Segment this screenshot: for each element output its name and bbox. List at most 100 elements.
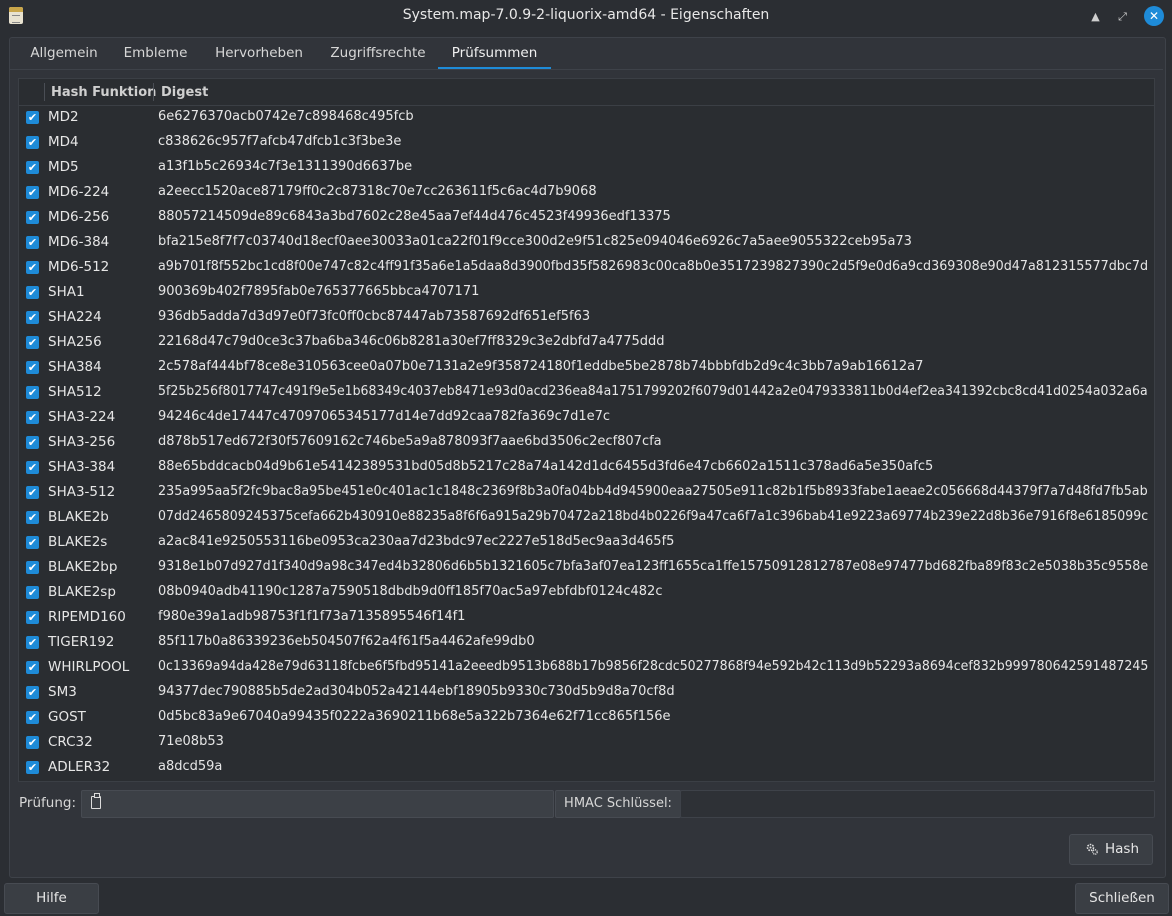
table-row[interactable]: ✔ SHA3-256 d878b517ed672f30f57609162c746be… xyxy=(19,430,1154,455)
row-checkbox[interactable]: ✔ xyxy=(26,336,39,349)
row-checkbox[interactable]: ✔ xyxy=(26,386,39,399)
digest-value: 9318e1b07d927d1f340d9a98c347ed4b32806d6b… xyxy=(158,559,1149,574)
column-header-digest[interactable]: Digest xyxy=(161,85,208,100)
digest-value: 0d5bc83a9e67040a99435f0222a3690211b68e5a… xyxy=(158,709,671,724)
table-row[interactable]: ✔ BLAKE2bp 9318e1b07d927d1f340d9a98c347ed4… xyxy=(19,555,1154,580)
table-row[interactable]: ✔ SHA512 5f25b256f8017747c491f9e5e1b68349c… xyxy=(19,380,1154,405)
row-checkbox[interactable]: ✔ xyxy=(26,561,39,574)
digest-value: a9b701f8f552bc1cd8f00e747c82c4ff91f35a6e… xyxy=(158,259,1149,274)
digest-value: 08b0940adb41190c1287a7590518dbdb9d0ff185… xyxy=(158,584,663,599)
row-checkbox[interactable]: ✔ xyxy=(26,411,39,424)
table-row[interactable]: ✔ MD6-384 bfa215e8f7f7c03740d18ecf0aee3003… xyxy=(19,230,1154,255)
hash-button[interactable]: Hash xyxy=(1069,834,1153,865)
row-checkbox[interactable]: ✔ xyxy=(26,461,39,474)
clipboard-icon[interactable] xyxy=(91,793,101,809)
table-row[interactable]: ✔ WHIRLPOOL 0c13369a94da428e79d63118fcbe6f… xyxy=(19,655,1154,680)
row-checkbox[interactable]: ✔ xyxy=(26,761,39,774)
check-input[interactable] xyxy=(81,790,554,818)
row-checkbox[interactable]: ✔ xyxy=(26,236,39,249)
hash-function-name: SHA1 xyxy=(48,284,85,300)
row-checkbox[interactable]: ✔ xyxy=(26,286,39,299)
table-row[interactable]: ✔ SHA3-384 88e65bddcacb04d9b61e54142389531… xyxy=(19,455,1154,480)
hash-function-name: ADLER32 xyxy=(48,759,111,775)
row-checkbox[interactable]: ✔ xyxy=(26,486,39,499)
digest-value: c838626c957f7afcb47dfcb1c3f3be3e xyxy=(158,134,402,149)
digest-value: a2ac841e9250553116be0953ca230aa7d23bdc97… xyxy=(158,534,675,549)
table-row[interactable]: ✔ GOST 0d5bc83a9e67040a99435f0222a3690211b… xyxy=(19,705,1154,730)
row-checkbox[interactable]: ✔ xyxy=(26,661,39,674)
hash-function-name: SHA384 xyxy=(48,359,102,375)
tab-pruefsummen[interactable]: Prüfsummen xyxy=(438,38,551,69)
row-checkbox[interactable]: ✔ xyxy=(26,111,39,124)
hash-function-name: MD4 xyxy=(48,134,79,150)
digest-value: 85f117b0a86339236eb504507f62a4f61f5a4462… xyxy=(158,634,535,649)
hash-function-name: GOST xyxy=(48,709,86,725)
table-row[interactable]: ✔ SHA256 22168d47c79d0ce3c37ba6ba346c06b82… xyxy=(19,330,1154,355)
hmac-key-button[interactable]: HMAC Schlüssel: xyxy=(555,790,681,818)
table-row[interactable]: ✔ SHA3-512 235a995aa5f2fc9bac8a95be451e0c4… xyxy=(19,480,1154,505)
table-row[interactable]: ✔ RIPEMD160 f980e39a1adb98753f1f1f73a71358… xyxy=(19,605,1154,630)
table-row[interactable]: ✔ CRC32 71e08b53 xyxy=(19,730,1154,755)
close-icon[interactable]: ✕ xyxy=(1144,6,1164,26)
table-row[interactable]: ✔ BLAKE2sp 08b0940adb41190c1287a7590518dbd… xyxy=(19,580,1154,605)
digest-value: 88057214509de89c6843a3bd7602c28e45aa7ef4… xyxy=(158,209,671,224)
table-row[interactable]: ✔ MD6-512 a9b701f8f552bc1cd8f00e747c82c4ff… xyxy=(19,255,1154,280)
hash-function-name: MD6-224 xyxy=(48,184,110,200)
hash-button-label: Hash xyxy=(1105,841,1140,857)
tab-allgemein[interactable]: Allgemein xyxy=(20,38,108,69)
hash-function-name: SM3 xyxy=(48,684,77,700)
hmac-key-input[interactable] xyxy=(680,790,1155,818)
table-row[interactable]: ✔ SHA1 900369b402f7895fab0e765377665bbca47… xyxy=(19,280,1154,305)
row-checkbox[interactable]: ✔ xyxy=(26,536,39,549)
checksum-table[interactable]: Hash Funktion Digest ✔ MD2 6e6276370acb074… xyxy=(18,78,1155,782)
row-checkbox[interactable]: ✔ xyxy=(26,136,39,149)
column-header-hash[interactable]: Hash Funktion xyxy=(51,85,156,100)
minimize-icon[interactable]: ▲ xyxy=(1087,8,1104,25)
hash-function-name: MD6-512 xyxy=(48,259,110,275)
digest-value: 94246c4de17447c47097065345177d14e7dd92ca… xyxy=(158,409,611,424)
hash-function-name: MD2 xyxy=(48,109,79,125)
row-checkbox[interactable]: ✔ xyxy=(26,686,39,699)
table-row[interactable]: ✔ MD5 a13f1b5c26934c7f3e1311390d6637be xyxy=(19,155,1154,180)
row-checkbox[interactable]: ✔ xyxy=(26,361,39,374)
row-checkbox[interactable]: ✔ xyxy=(26,261,39,274)
table-row[interactable]: ✔ MD6-224 a2eecc1520ace87179ff0c2c87318c70… xyxy=(19,180,1154,205)
table-row[interactable]: ✔ ADLER32 a8dcd59a xyxy=(19,755,1154,780)
tab-hervorheben[interactable]: Hervorheben xyxy=(203,38,315,69)
tab-zugriffsrechte[interactable]: Zugriffsrechte xyxy=(317,38,439,69)
row-checkbox[interactable]: ✔ xyxy=(26,211,39,224)
help-button[interactable]: Hilfe xyxy=(4,883,99,914)
table-row[interactable]: ✔ SM3 94377dec790885b5de2ad304b052a42144eb… xyxy=(19,680,1154,705)
table-row[interactable]: ✔ MD6-256 88057214509de89c6843a3bd7602c28e… xyxy=(19,205,1154,230)
row-checkbox[interactable]: ✔ xyxy=(26,311,39,324)
maximize-icon[interactable]: ⤢ xyxy=(1114,8,1131,25)
row-checkbox[interactable]: ✔ xyxy=(26,586,39,599)
table-row[interactable]: ✔ MD2 6e6276370acb0742e7c898468c495fcb xyxy=(19,105,1154,130)
row-checkbox[interactable]: ✔ xyxy=(26,436,39,449)
hash-function-name: SHA3-512 xyxy=(48,484,116,500)
digest-value: 0c13369a94da428e79d63118fcbe6f5fbd95141a… xyxy=(158,659,1149,674)
table-row[interactable]: ✔ BLAKE2b 07dd2465809245375cefa662b430910e… xyxy=(19,505,1154,530)
table-row[interactable]: ✔ SHA3-224 94246c4de17447c47097065345177d1… xyxy=(19,405,1154,430)
hash-function-name: WHIRLPOOL xyxy=(48,659,130,675)
hash-function-name: CRC32 xyxy=(48,734,93,750)
table-row[interactable]: ✔ SHA224 936db5adda7d3d97e0f73fc0ff0cbc874… xyxy=(19,305,1154,330)
close-button[interactable]: Schließen xyxy=(1075,883,1169,914)
tab-embleme[interactable]: Embleme xyxy=(110,38,201,69)
table-row[interactable]: ✔ SHA384 2c578af444bf78ce8e310563cee0a07b0… xyxy=(19,355,1154,380)
row-checkbox[interactable]: ✔ xyxy=(26,636,39,649)
table-header: Hash Funktion Digest xyxy=(19,79,1154,106)
table-row[interactable]: ✔ MD4 c838626c957f7afcb47dfcb1c3f3be3e xyxy=(19,130,1154,155)
row-checkbox[interactable]: ✔ xyxy=(26,736,39,749)
row-checkbox[interactable]: ✔ xyxy=(26,711,39,724)
table-row[interactable]: ✔ TIGER192 85f117b0a86339236eb504507f62a4f… xyxy=(19,630,1154,655)
table-row[interactable]: ✔ BLAKE2s a2ac841e9250553116be0953ca230aa7… xyxy=(19,530,1154,555)
hash-function-name: MD5 xyxy=(48,159,79,175)
row-checkbox[interactable]: ✔ xyxy=(26,611,39,624)
hash-function-name: SHA3-384 xyxy=(48,459,116,475)
row-checkbox[interactable]: ✔ xyxy=(26,161,39,174)
column-divider xyxy=(44,83,45,101)
row-checkbox[interactable]: ✔ xyxy=(26,186,39,199)
row-checkbox[interactable]: ✔ xyxy=(26,511,39,524)
hash-function-name: BLAKE2bp xyxy=(48,559,118,575)
